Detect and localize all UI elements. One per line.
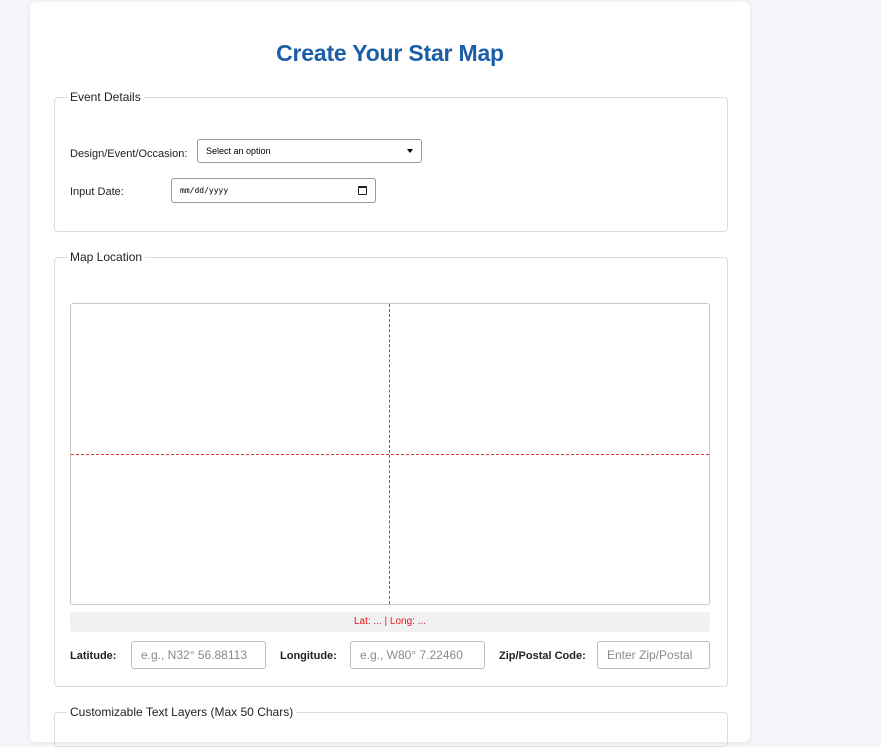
design-event-select-value: Select an option	[206, 146, 271, 156]
latitude-input[interactable]	[131, 641, 266, 669]
chevron-down-icon	[407, 149, 413, 153]
location-map[interactable]	[70, 303, 710, 605]
design-event-label: Design/Event/Occasion:	[70, 148, 188, 160]
longitude-label: Longitude:	[280, 650, 337, 662]
input-date-field[interactable]: mm/dd/yyyy	[171, 178, 376, 203]
star-map-form-card: Create Your Star Map Event Details Desig…	[30, 2, 750, 747]
longitude-input[interactable]	[350, 641, 485, 669]
input-date-value: mm/dd/yyyy	[180, 186, 229, 195]
map-location-legend: Map Location	[70, 250, 143, 264]
page-title: Create Your Star Map	[276, 40, 504, 66]
text-layers-legend: Customizable Text Layers (Max 50 Chars)	[70, 705, 294, 719]
calendar-icon[interactable]	[358, 186, 367, 195]
latitude-label: Latitude:	[70, 650, 117, 662]
zip-postal-input[interactable]	[597, 641, 710, 669]
input-date-label: Input Date:	[70, 186, 124, 198]
text-layers-section: Customizable Text Layers (Max 50 Chars)	[54, 705, 728, 747]
design-event-select[interactable]: Select an option	[197, 139, 422, 163]
map-crosshair-horizontal	[71, 454, 709, 455]
zip-postal-label: Zip/Postal Code:	[499, 650, 586, 662]
coordinate-readout: Lat: ... | Long: ...	[70, 612, 710, 632]
event-details-legend: Event Details	[70, 90, 141, 104]
